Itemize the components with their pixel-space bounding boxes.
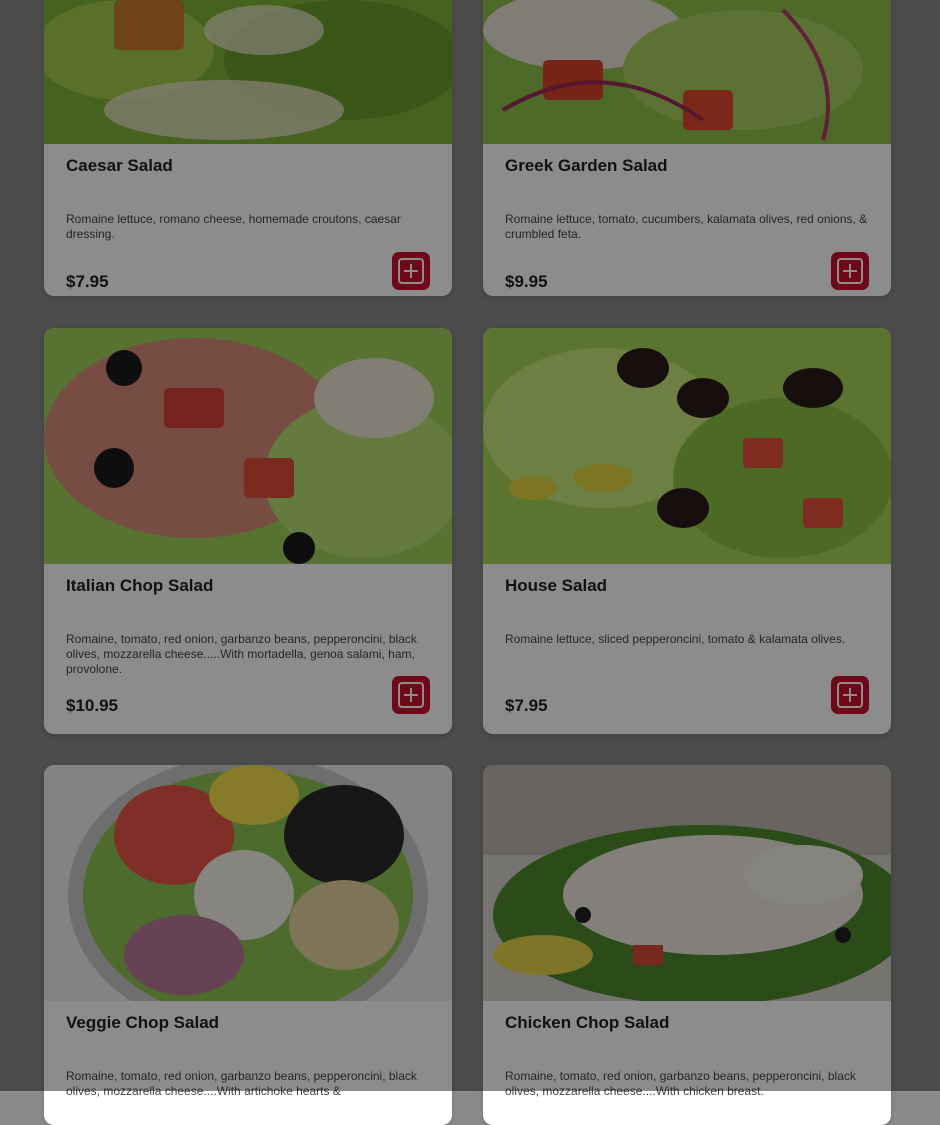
item-description: Romaine, tomato, red onion, garbanzo bea… (66, 1069, 417, 1098)
caesar-salad-photo (44, 0, 452, 144)
chicken-chop-salad-photo (483, 765, 891, 1001)
item-description: Romaine lettuce, sliced pepperoncini, to… (505, 632, 846, 646)
item-description: Romaine, tomato, red onion, garbanzo bea… (66, 632, 417, 676)
plus-square-icon (837, 682, 863, 708)
menu-card-italian-chop-salad[interactable]: Italian Chop Salad Romaine, tomato, red … (44, 328, 452, 734)
item-title: Italian Chop Salad (66, 576, 214, 595)
plus-square-icon (398, 682, 424, 708)
add-to-cart-button[interactable] (392, 252, 430, 290)
menu-card-greek-garden-salad[interactable]: Greek Garden Salad Romaine lettuce, toma… (483, 0, 891, 296)
item-description: Romaine lettuce, tomato, cucumbers, kala… (505, 212, 868, 241)
menu-card-caesar-salad[interactable]: Caesar Salad Romaine lettuce, romano che… (44, 0, 452, 296)
menu-card-veggie-chop-salad[interactable]: Veggie Chop Salad Romaine, tomato, red o… (44, 765, 452, 1125)
plus-square-icon (837, 258, 863, 284)
veggie-chop-salad-photo (44, 765, 452, 1001)
item-title: Chicken Chop Salad (505, 1013, 670, 1032)
italian-chop-salad-photo (44, 328, 452, 564)
item-description: Romaine, tomato, red onion, garbanzo bea… (505, 1069, 856, 1098)
item-title: Veggie Chop Salad (66, 1013, 220, 1032)
item-title: Caesar Salad (66, 156, 173, 175)
add-to-cart-button[interactable] (831, 252, 869, 290)
item-description: Romaine lettuce, romano cheese, homemade… (66, 212, 401, 241)
menu-card-house-salad[interactable]: House Salad Romaine lettuce, sliced pepp… (483, 328, 891, 734)
add-to-cart-button[interactable] (831, 676, 869, 714)
greek-garden-salad-photo (483, 0, 891, 144)
item-price: $10.95 (66, 696, 118, 715)
item-price: $7.95 (505, 696, 548, 715)
house-salad-photo (483, 328, 891, 564)
add-to-cart-button[interactable] (392, 676, 430, 714)
item-title: House Salad (505, 576, 608, 595)
item-price: $9.95 (505, 272, 548, 291)
plus-square-icon (398, 258, 424, 284)
item-title: Greek Garden Salad (505, 156, 668, 175)
menu-card-chicken-chop-salad[interactable]: Chicken Chop Salad Romaine, tomato, red … (483, 765, 891, 1125)
item-price: $7.95 (66, 272, 109, 291)
